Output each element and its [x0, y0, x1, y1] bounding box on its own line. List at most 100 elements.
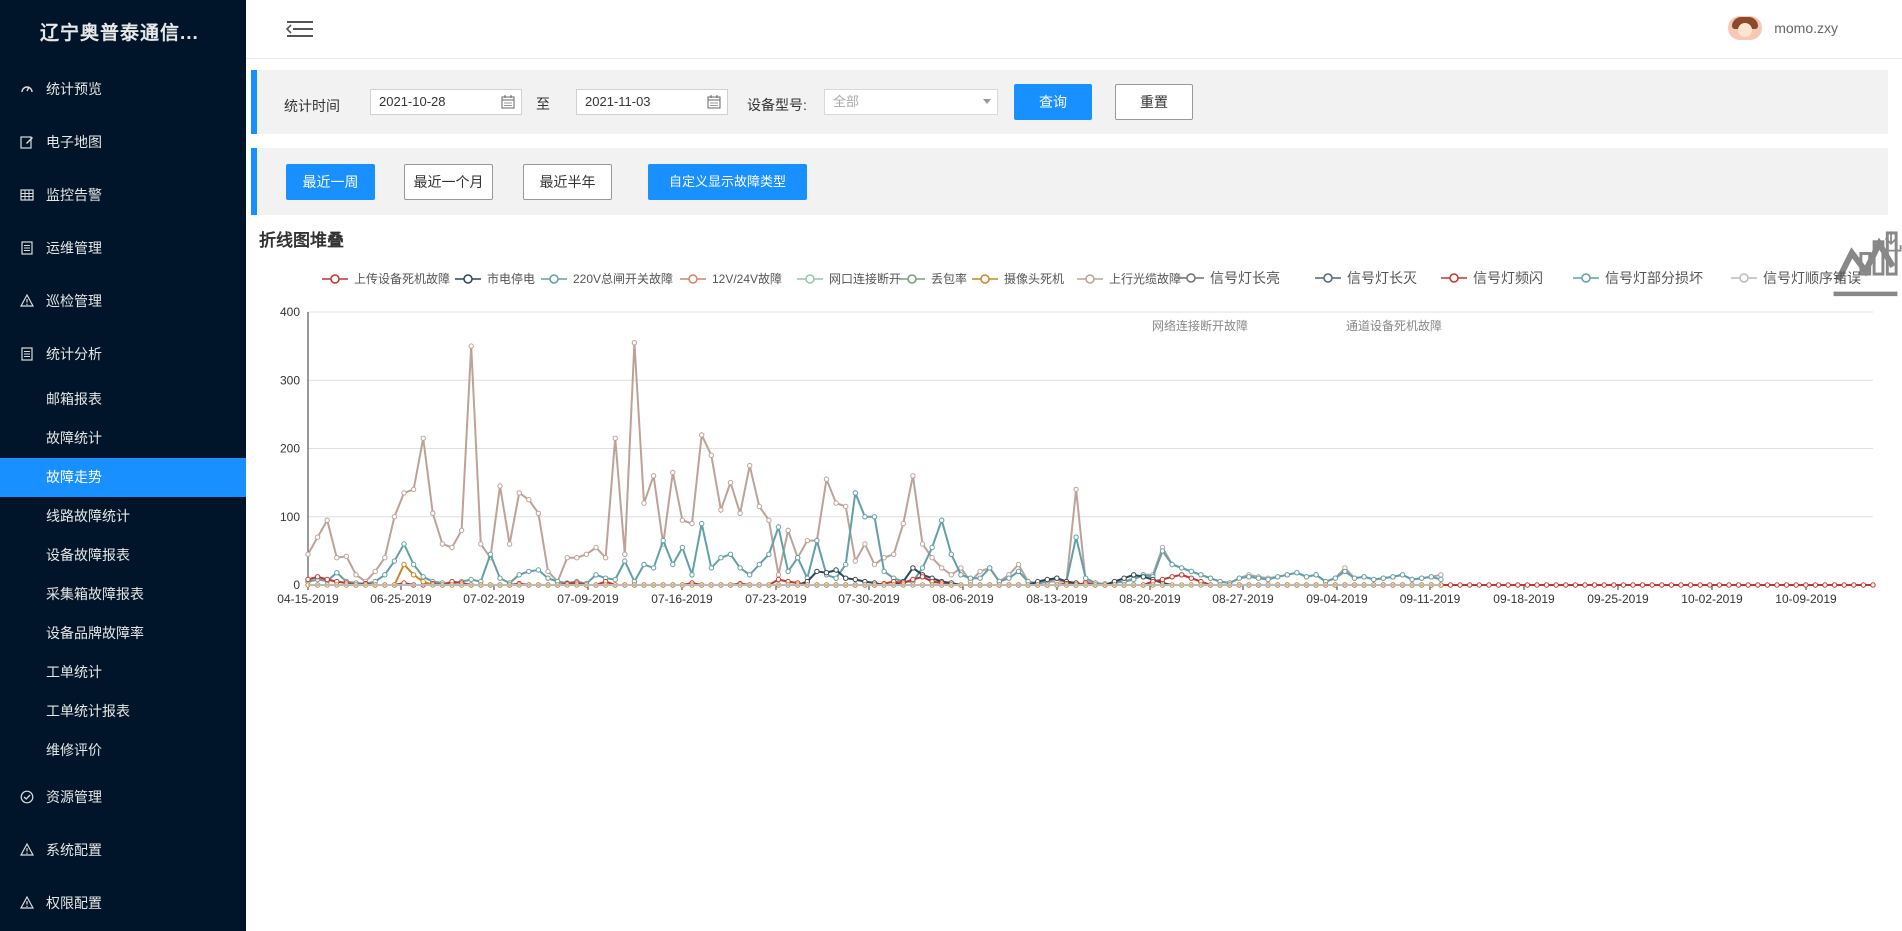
x-tick-label: 07-09-2019 [557, 592, 619, 606]
y-tick-label: 100 [280, 510, 300, 524]
series-point [593, 544, 599, 551]
series-point [1006, 575, 1012, 581]
series-point [785, 527, 791, 534]
series-point [1207, 575, 1214, 581]
series-point [545, 568, 551, 575]
series-point [977, 568, 983, 575]
x-tick-label: 09-18-2019 [1493, 592, 1555, 606]
series-point [1179, 572, 1185, 578]
series-point [1524, 582, 1531, 588]
series-point [1630, 582, 1636, 588]
series-point [468, 343, 474, 349]
series-point [468, 576, 474, 583]
series-point [535, 510, 542, 516]
series-point [535, 567, 542, 573]
series-point [650, 565, 657, 571]
series-point [1332, 575, 1339, 581]
series-point [1851, 582, 1857, 588]
series-point [1275, 574, 1281, 580]
series-point [430, 510, 436, 516]
series-point [1054, 575, 1060, 581]
series-point [814, 568, 820, 575]
series-point [641, 500, 647, 506]
series-point [977, 575, 983, 581]
series-point [1140, 574, 1147, 580]
series-point [1073, 534, 1079, 540]
series-point [718, 555, 724, 561]
series-point [852, 490, 858, 496]
series-point [689, 572, 695, 578]
series-point [910, 576, 916, 583]
series-point [420, 435, 426, 441]
series-point [1409, 576, 1415, 583]
x-tick-label: 10-09-2019 [1775, 592, 1837, 606]
series-point [929, 555, 935, 561]
x-tick-label: 06-25-2019 [370, 592, 432, 606]
y-tick-label: 200 [280, 442, 300, 456]
series-point [650, 473, 657, 479]
series-point [1131, 572, 1137, 578]
series-point [1505, 582, 1511, 588]
series-point [1649, 582, 1655, 588]
y-tick-label: 300 [280, 373, 300, 387]
series-point [314, 574, 321, 580]
series-point [382, 572, 388, 578]
series-point [612, 435, 618, 441]
series-point [1611, 582, 1617, 588]
series-point [727, 479, 734, 486]
series-point [756, 561, 762, 568]
series-point [334, 555, 340, 561]
series-point [775, 572, 782, 578]
x-tick-label: 10-02-2019 [1681, 592, 1743, 606]
series-point [1255, 575, 1262, 581]
series-point [948, 551, 954, 557]
series-point [1131, 576, 1137, 583]
series-point [1313, 572, 1319, 578]
series-point [324, 576, 330, 583]
series-point [679, 517, 686, 523]
series-point [1553, 582, 1559, 588]
series-point [1755, 582, 1761, 588]
series-point [1860, 582, 1867, 588]
series-point [401, 541, 407, 547]
series-point [1361, 574, 1367, 580]
x-tick-label: 07-23-2019 [745, 592, 807, 606]
series-point [1716, 582, 1723, 588]
series-point [1457, 582, 1463, 588]
series-point [1342, 568, 1348, 575]
series-point [919, 541, 926, 547]
series-point [631, 340, 638, 346]
series-point [612, 576, 618, 583]
series-point [516, 572, 522, 578]
series-point [708, 452, 714, 458]
series-point [574, 555, 580, 561]
series-point [823, 476, 830, 482]
chart-annotation: 通道设备死机故障 [1346, 318, 1442, 333]
series-point [670, 469, 676, 476]
series-point [593, 572, 599, 578]
series-point [939, 517, 945, 523]
series-point [420, 578, 426, 585]
series-point [497, 483, 503, 489]
x-tick-label: 08-27-2019 [1212, 592, 1274, 606]
series-point [823, 570, 830, 576]
series-point [1707, 582, 1713, 588]
series-point [804, 537, 810, 544]
x-tick-label: 08-06-2019 [932, 592, 994, 606]
series-point [843, 561, 849, 568]
series-point [910, 565, 916, 571]
series-point [852, 558, 858, 564]
series-point [1831, 582, 1838, 588]
series-point [401, 490, 407, 496]
series-line [307, 489, 1442, 587]
series-point [1601, 582, 1607, 588]
series-point [1419, 575, 1425, 581]
series-point [526, 568, 532, 575]
series-point [1793, 582, 1799, 588]
series-point [1841, 582, 1847, 588]
series-point [833, 567, 839, 573]
series-point [862, 514, 868, 520]
series-point [891, 551, 897, 557]
series-point [1678, 582, 1684, 588]
series-point [1822, 582, 1828, 588]
